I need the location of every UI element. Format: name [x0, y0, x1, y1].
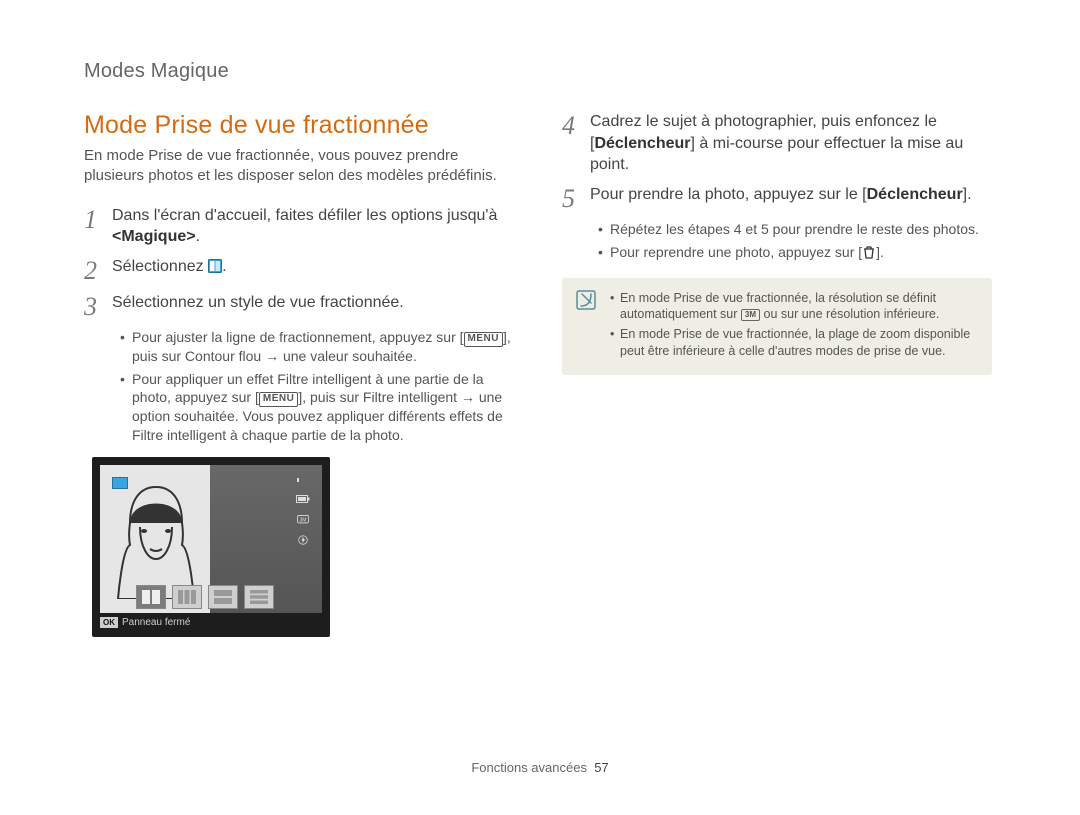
battery-icon — [296, 495, 310, 505]
text: Sélectionnez un style de vue fractionnée… — [112, 294, 404, 311]
text: ou sur une résolution inférieure. — [760, 307, 939, 321]
text: Pour prendre la photo, appuyez sur le [ — [590, 186, 867, 203]
arrow: → — [261, 348, 283, 364]
layout-option — [208, 585, 238, 609]
ok-badge: OK — [100, 617, 118, 628]
split-shot-icon — [208, 258, 222, 272]
contour-flou-label: Contour flou — [185, 348, 261, 364]
note-box: En mode Prise de vue fractionnée, la rés… — [562, 278, 992, 376]
mode-indicator-icon — [112, 477, 128, 489]
step-body: Pour prendre la photo, appuyez sur le [D… — [590, 184, 972, 212]
breadcrumb: Modes Magique — [84, 60, 1008, 83]
step-number: 1 — [84, 205, 112, 248]
status-icons: 3M — [296, 475, 310, 545]
step-3: 3 Sélectionnez un style de vue fractionn… — [84, 292, 514, 320]
layout-option — [244, 585, 274, 609]
step-3-bullets: Pour ajuster la ligne de fractionnement,… — [120, 328, 514, 446]
step-body: Sélectionnez un style de vue fractionnée… — [112, 292, 404, 320]
resolution-icon: 3M — [296, 515, 310, 525]
footer-section: Fonctions avancées — [471, 760, 587, 775]
step-5: 5 Pour prendre la photo, appuyez sur le … — [562, 184, 992, 212]
note-list: En mode Prise de vue fractionnée, la rés… — [610, 290, 978, 364]
note-icon — [576, 290, 598, 364]
text: Pour reprendre une photo, appuyez sur [ — [610, 244, 862, 260]
step-number: 4 — [562, 111, 590, 176]
bullet: Pour reprendre une photo, appuyez sur []… — [598, 243, 992, 262]
filtre-intelligent-label: Filtre intelligent — [363, 389, 457, 405]
text: Pour ajuster la ligne de fractionnement,… — [132, 329, 464, 345]
svg-text:3M: 3M — [300, 518, 307, 524]
note-item: En mode Prise de vue fractionnée, la rés… — [610, 290, 978, 324]
step-body: Sélectionnez . — [112, 256, 227, 284]
declencheur-label: Déclencheur — [594, 135, 690, 152]
layout-option — [136, 585, 166, 609]
menu-icon: MENU — [464, 332, 503, 347]
face-illustration — [116, 479, 196, 599]
step-number: 5 — [562, 184, 590, 212]
manual-page: Modes Magique Mode Prise de vue fraction… — [0, 0, 1080, 815]
cam-bottom-bar: OK Panneau fermé — [100, 613, 322, 631]
step-body: Dans l'écran d'accueil, faites défiler l… — [112, 205, 514, 248]
cam-caption: Panneau fermé — [122, 617, 190, 628]
text: . — [196, 228, 200, 245]
resolution-badge: 3M — [741, 309, 760, 321]
declencheur-label: Déclencheur — [867, 186, 963, 203]
page-number: 57 — [594, 760, 608, 775]
step-2: 2 Sélectionnez . — [84, 256, 514, 284]
trash-icon — [862, 245, 876, 259]
single-shot-icon — [296, 475, 310, 485]
bullet: Pour appliquer un effet Filtre intellige… — [120, 370, 514, 446]
text: ], puis sur — [298, 389, 363, 405]
step-1: 1 Dans l'écran d'accueil, faites défiler… — [84, 205, 514, 248]
intro-text: En mode Prise de vue fractionnée, vous p… — [84, 146, 514, 187]
step-body: Cadrez le sujet à photographier, puis en… — [590, 111, 992, 176]
bullet: Répétez les étapes 4 et 5 pour prendre l… — [598, 220, 992, 239]
text: ]. — [963, 186, 972, 203]
text: ]. — [876, 244, 884, 260]
step-4: 4 Cadrez le sujet à photographier, puis … — [562, 111, 992, 176]
menu-icon: MENU — [259, 392, 298, 407]
text: Dans l'écran d'accueil, faites défiler l… — [112, 207, 497, 224]
left-column: Mode Prise de vue fractionnée En mode Pr… — [84, 111, 514, 637]
flash-off-icon — [296, 535, 310, 545]
step-number: 2 — [84, 256, 112, 284]
note-item: En mode Prise de vue fractionnée, la pla… — [610, 326, 978, 360]
page-title: Mode Prise de vue fractionnée — [84, 111, 514, 140]
page-footer: Fonctions avancées 57 — [0, 760, 1080, 775]
step-number: 3 — [84, 292, 112, 320]
layout-option — [172, 585, 202, 609]
layout-slots — [136, 585, 274, 609]
text: une valeur souhaitée. — [283, 348, 417, 364]
magique-label: <Magique> — [112, 228, 196, 245]
arrow: → — [457, 389, 479, 405]
bullet: Pour ajuster la ligne de fractionnement,… — [120, 328, 514, 366]
camera-preview-illustration: 3M OK Panneau fermé — [92, 457, 330, 637]
step-5-bullets: Répétez les étapes 4 et 5 pour prendre l… — [598, 220, 992, 262]
right-column: 4 Cadrez le sujet à photographier, puis … — [562, 111, 992, 637]
content-columns: Mode Prise de vue fractionnée En mode Pr… — [84, 111, 1008, 637]
text: Sélectionnez — [112, 258, 208, 275]
